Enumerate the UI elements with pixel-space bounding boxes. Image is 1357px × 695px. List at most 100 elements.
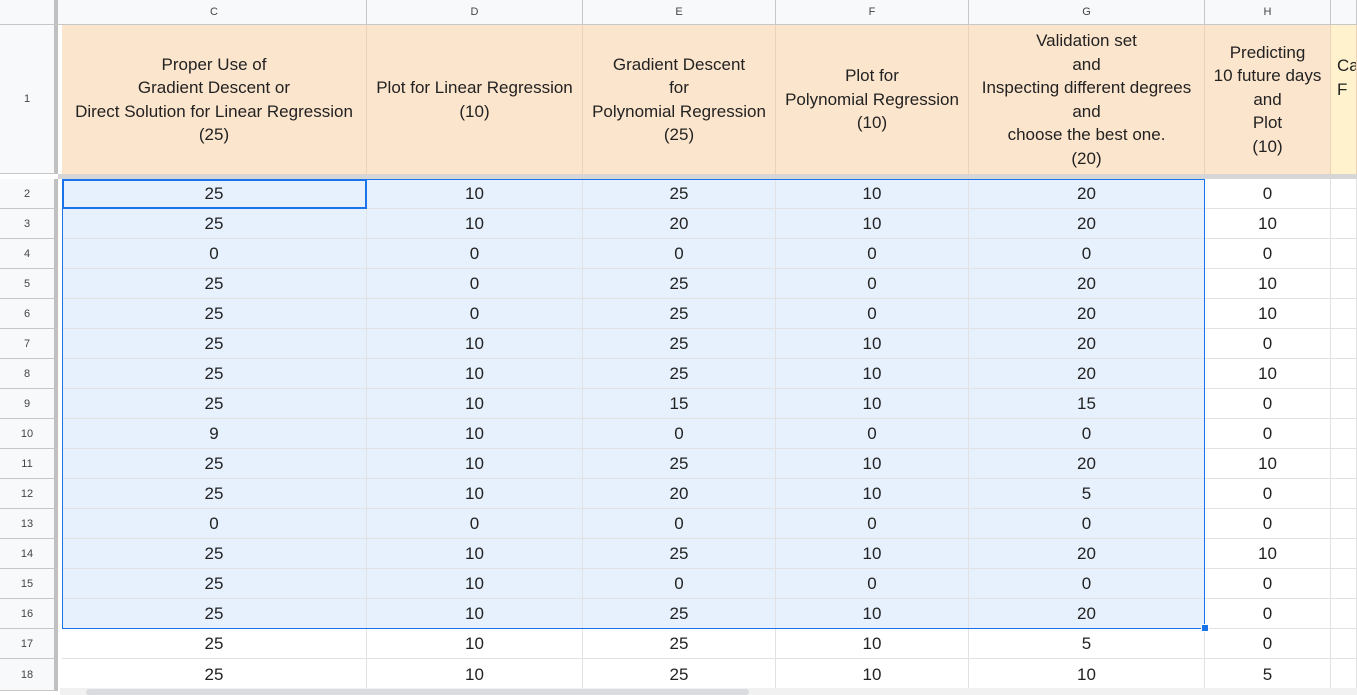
cell-H13[interactable]: 0 [1205, 509, 1331, 539]
header-cell-H[interactable]: Predicting 10 future days and Plot (10) [1205, 25, 1331, 174]
cell-C11[interactable]: 25 [62, 449, 367, 479]
row-header-6[interactable]: 6 [0, 299, 58, 329]
cell-I10[interactable] [1331, 419, 1357, 449]
cell-F2[interactable]: 10 [776, 179, 969, 209]
cell-G9[interactable]: 15 [969, 389, 1205, 419]
cell-I2[interactable] [1331, 179, 1357, 209]
cell-E4[interactable]: 0 [583, 239, 776, 269]
cell-D16[interactable]: 10 [367, 599, 583, 629]
cell-I3[interactable] [1331, 209, 1357, 239]
cell-E14[interactable]: 25 [583, 539, 776, 569]
cell-F16[interactable]: 10 [776, 599, 969, 629]
cell-E7[interactable]: 25 [583, 329, 776, 359]
cell-F5[interactable]: 0 [776, 269, 969, 299]
cell-D14[interactable]: 10 [367, 539, 583, 569]
header-cell-D[interactable]: Plot for Linear Regression (10) [367, 25, 583, 174]
row-header-4[interactable]: 4 [0, 239, 58, 269]
row-header-11[interactable]: 11 [0, 449, 58, 479]
cell-D6[interactable]: 0 [367, 299, 583, 329]
cell-F3[interactable]: 10 [776, 209, 969, 239]
cell-C8[interactable]: 25 [62, 359, 367, 389]
cell-E17[interactable]: 25 [583, 629, 776, 659]
cell-G5[interactable]: 20 [969, 269, 1205, 299]
cell-D17[interactable]: 10 [367, 629, 583, 659]
cell-E18[interactable]: 25 [583, 659, 776, 691]
fill-handle[interactable] [1201, 624, 1209, 632]
cell-I14[interactable] [1331, 539, 1357, 569]
cell-H4[interactable]: 0 [1205, 239, 1331, 269]
row-header-7[interactable]: 7 [0, 329, 58, 359]
cell-C18[interactable]: 25 [62, 659, 367, 691]
row-header-10[interactable]: 10 [0, 419, 58, 449]
cell-D3[interactable]: 10 [367, 209, 583, 239]
cell-C4[interactable]: 0 [62, 239, 367, 269]
cell-D12[interactable]: 10 [367, 479, 583, 509]
column-header-C[interactable]: C [62, 0, 367, 25]
cell-D2[interactable]: 10 [367, 179, 583, 209]
cell-E8[interactable]: 25 [583, 359, 776, 389]
cell-C3[interactable]: 25 [62, 209, 367, 239]
cell-F11[interactable]: 10 [776, 449, 969, 479]
cell-F6[interactable]: 0 [776, 299, 969, 329]
cell-C5[interactable]: 25 [62, 269, 367, 299]
column-header-F[interactable]: F [776, 0, 969, 25]
cell-H11[interactable]: 10 [1205, 449, 1331, 479]
cell-E3[interactable]: 20 [583, 209, 776, 239]
row-header-15[interactable]: 15 [0, 569, 58, 599]
cell-D10[interactable]: 10 [367, 419, 583, 449]
cell-E5[interactable]: 25 [583, 269, 776, 299]
cell-C7[interactable]: 25 [62, 329, 367, 359]
header-cell-G[interactable]: Validation set and Inspecting different … [969, 25, 1205, 174]
cell-H18[interactable]: 5 [1205, 659, 1331, 691]
cell-E12[interactable]: 20 [583, 479, 776, 509]
cell-I5[interactable] [1331, 269, 1357, 299]
horizontal-scrollbar-thumb[interactable] [86, 689, 749, 695]
column-header-G[interactable]: G [969, 0, 1205, 25]
cell-D18[interactable]: 10 [367, 659, 583, 691]
cell-F14[interactable]: 10 [776, 539, 969, 569]
cell-G16[interactable]: 20 [969, 599, 1205, 629]
cell-H17[interactable]: 0 [1205, 629, 1331, 659]
cell-I11[interactable] [1331, 449, 1357, 479]
cell-I12[interactable] [1331, 479, 1357, 509]
row-header-14[interactable]: 14 [0, 539, 58, 569]
cell-D7[interactable]: 10 [367, 329, 583, 359]
row-header-1[interactable]: 1 [0, 25, 58, 174]
header-cell-F[interactable]: Plot for Polynomial Regression (10) [776, 25, 969, 174]
cell-E15[interactable]: 0 [583, 569, 776, 599]
cell-C12[interactable]: 25 [62, 479, 367, 509]
cell-C2[interactable]: 25 [62, 179, 367, 209]
cell-H2[interactable]: 0 [1205, 179, 1331, 209]
cell-C10[interactable]: 9 [62, 419, 367, 449]
header-cell-C[interactable]: Proper Use of Gradient Descent or Direct… [62, 25, 367, 174]
cell-E2[interactable]: 25 [583, 179, 776, 209]
cell-I8[interactable] [1331, 359, 1357, 389]
cell-G14[interactable]: 20 [969, 539, 1205, 569]
select-all-corner[interactable] [0, 0, 58, 25]
cell-H16[interactable]: 0 [1205, 599, 1331, 629]
cell-F4[interactable]: 0 [776, 239, 969, 269]
row-header-18[interactable]: 18 [0, 659, 58, 691]
cell-D8[interactable]: 10 [367, 359, 583, 389]
cell-F10[interactable]: 0 [776, 419, 969, 449]
cell-C13[interactable]: 0 [62, 509, 367, 539]
cell-F9[interactable]: 10 [776, 389, 969, 419]
row-header-16[interactable]: 16 [0, 599, 58, 629]
cell-G11[interactable]: 20 [969, 449, 1205, 479]
cell-E6[interactable]: 25 [583, 299, 776, 329]
cell-I18[interactable] [1331, 659, 1357, 691]
cell-D5[interactable]: 0 [367, 269, 583, 299]
row-header-13[interactable]: 13 [0, 509, 58, 539]
cell-I6[interactable] [1331, 299, 1357, 329]
cell-F17[interactable]: 10 [776, 629, 969, 659]
cell-I15[interactable] [1331, 569, 1357, 599]
row-header-17[interactable]: 17 [0, 629, 58, 659]
cell-F15[interactable]: 0 [776, 569, 969, 599]
cell-E11[interactable]: 25 [583, 449, 776, 479]
cell-H5[interactable]: 10 [1205, 269, 1331, 299]
cell-C6[interactable]: 25 [62, 299, 367, 329]
cell-H15[interactable]: 0 [1205, 569, 1331, 599]
cell-F7[interactable]: 10 [776, 329, 969, 359]
cell-I16[interactable] [1331, 599, 1357, 629]
row-header-5[interactable]: 5 [0, 269, 58, 299]
